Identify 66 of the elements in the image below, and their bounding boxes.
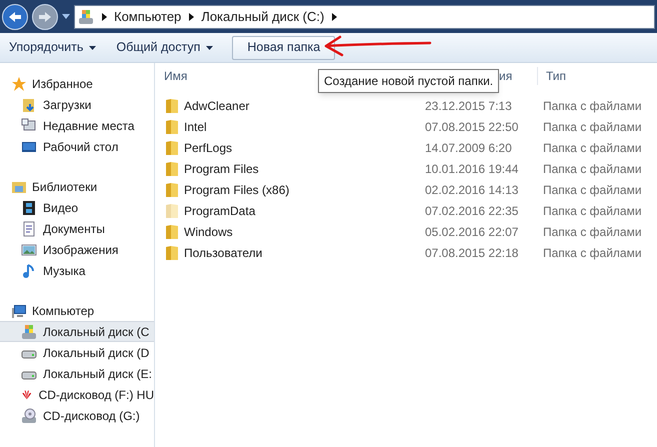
history-dropdown-icon[interactable] bbox=[62, 14, 70, 20]
file-name[interactable]: Пользователи bbox=[184, 244, 262, 262]
breadcrumb-arrow-icon[interactable] bbox=[189, 12, 194, 20]
picture-icon bbox=[21, 242, 37, 258]
nav-item[interactable]: Локальный диск (E: bbox=[0, 363, 154, 384]
toolbar-button[interactable]: Общий доступ bbox=[111, 36, 218, 60]
file-name[interactable]: AdwCleaner bbox=[184, 96, 250, 114]
back-button[interactable] bbox=[2, 4, 28, 30]
date-cell-text: 02.02.2016 14:13 bbox=[425, 182, 520, 198]
date-cell-text: 23.12.2015 7:13 bbox=[425, 98, 513, 114]
toolbar-button[interactable]: Новая папка bbox=[232, 36, 336, 60]
date-cell-text: 10.01.2016 19:44 bbox=[425, 160, 520, 178]
type-cell-text: Папка с файлами bbox=[543, 118, 642, 136]
nav-item[interactable]: Загрузки bbox=[0, 94, 154, 115]
film-icon bbox=[21, 200, 37, 216]
nav-item[interactable]: Документы bbox=[0, 218, 154, 239]
optical-drive-icon bbox=[21, 408, 37, 424]
nav-group-header[interactable]: Библиотеки bbox=[0, 176, 154, 197]
computer-icon bbox=[11, 302, 27, 318]
type-cell-text: Папка с файлами bbox=[543, 182, 642, 198]
forward-button[interactable] bbox=[32, 4, 58, 30]
system-drive-icon bbox=[78, 8, 94, 24]
file-name[interactable]: Intel bbox=[184, 118, 207, 136]
nav-item[interactable]: Видео bbox=[0, 197, 154, 218]
toolbar-button[interactable]: Упорядочить bbox=[4, 36, 102, 60]
breadcrumb[interactable]: Компьютер bbox=[114, 6, 182, 26]
nav-item[interactable]: CD-дисковод (F:) HU bbox=[0, 384, 154, 405]
nav-item[interactable]: Рабочий стол bbox=[0, 136, 154, 157]
column-header[interactable]: Тип bbox=[537, 66, 566, 84]
nav-item[interactable]: Локальный диск (C bbox=[0, 321, 154, 342]
date-cell-text: 05.02.2016 22:07 bbox=[425, 224, 520, 240]
nav-item[interactable]: Изображения bbox=[0, 239, 154, 260]
date-cell-text: 07.08.2015 22:50 bbox=[425, 118, 520, 136]
date-cell-text: 07.02.2016 22:35 bbox=[425, 202, 520, 220]
back-arrow-icon bbox=[8, 10, 22, 22]
type-cell-text: Папка с файлами bbox=[543, 202, 642, 220]
nav-item[interactable]: Недавние места bbox=[0, 115, 154, 136]
nav-item[interactable]: Локальный диск (D bbox=[0, 342, 154, 363]
address-field[interactable]: Компьютер Локальный диск (C:) bbox=[74, 4, 655, 28]
tooltip: Создание новой пустой папки. bbox=[318, 69, 500, 93]
breadcrumb-arrow-icon[interactable] bbox=[332, 12, 338, 20]
recent-places-icon bbox=[21, 118, 37, 134]
star-icon bbox=[11, 76, 27, 92]
folder-icon bbox=[21, 96, 37, 112]
document-icon bbox=[21, 220, 37, 236]
file-name[interactable]: PerfLogs bbox=[184, 138, 232, 156]
date-cell-text: 14.07.2009 6:20 bbox=[425, 140, 513, 156]
nav-group-header[interactable]: Компьютер bbox=[0, 300, 154, 321]
type-cell-text: Папка с файлами bbox=[543, 224, 642, 240]
system-drive-icon bbox=[21, 324, 37, 340]
breadcrumb[interactable]: Локальный диск (C:) bbox=[201, 6, 324, 26]
breadcrumb-arrow-icon[interactable] bbox=[102, 12, 107, 20]
type-cell-text: Папка с файлами bbox=[543, 140, 642, 156]
file-name[interactable]: Program Files (x86) bbox=[184, 180, 290, 198]
file-name[interactable]: Program Files bbox=[184, 160, 259, 178]
forward-arrow-icon bbox=[38, 10, 52, 22]
type-cell-text: Папка с файлами bbox=[543, 160, 642, 178]
date-cell-text: 07.08.2015 22:18 bbox=[425, 244, 520, 262]
nav-group-header[interactable]: Избранное bbox=[0, 73, 154, 94]
type-cell-text: Папка с файлами bbox=[543, 244, 642, 262]
nav-item[interactable]: Музыка bbox=[0, 260, 154, 281]
file-name[interactable]: Windows bbox=[184, 222, 233, 240]
music-note-icon bbox=[21, 262, 37, 278]
nav-item[interactable]: CD-дисковод (G:) bbox=[0, 405, 154, 426]
type-cell-text: Папка с файлами bbox=[543, 98, 642, 114]
file-name[interactable]: ProgramData bbox=[184, 202, 256, 220]
